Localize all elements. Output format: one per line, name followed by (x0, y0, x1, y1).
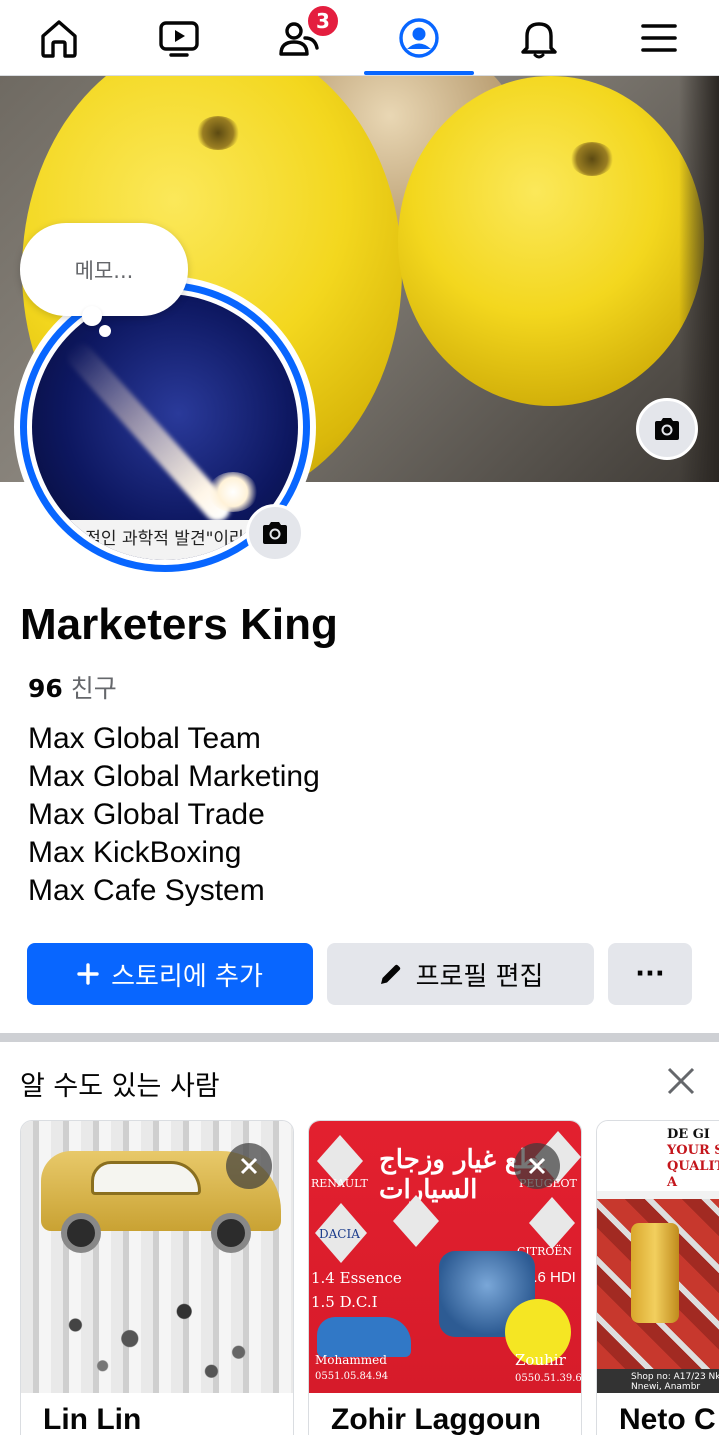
home-icon (41, 20, 77, 58)
profile-icon (399, 18, 439, 58)
camera-icon (263, 522, 287, 544)
camera-icon (655, 418, 679, 440)
photo-text: 1.5 D.C.I (311, 1293, 378, 1311)
suggestion-card[interactable]: Lin Lin (20, 1120, 294, 1435)
active-tab-indicator (364, 71, 474, 75)
bio-line: Max Global Marketing (28, 760, 320, 793)
photo-text: 1.4 Essence (311, 1269, 402, 1287)
photo-header: DE GI YOUR S QUALITY A (597, 1121, 719, 1191)
nav-profile[interactable] (364, 0, 474, 76)
bio-line: Max KickBoxing (28, 836, 242, 869)
memo-placeholder: 메모... (74, 258, 134, 283)
nav-watch[interactable] (124, 0, 234, 76)
suggestion-card[interactable]: DE GI YOUR S QUALITY A Shop no: A17/23 N… (596, 1120, 719, 1435)
car-wheel (211, 1213, 251, 1253)
suggestion-name[interactable]: Neto C (619, 1403, 716, 1435)
fruit-stem (570, 142, 614, 176)
suggestion-photo: DE GI YOUR S QUALITY A Shop no: A17/23 N… (597, 1121, 719, 1393)
edit-profile-label: 프로필 편집 (415, 961, 544, 992)
dismiss-suggestion-button[interactable] (226, 1143, 272, 1189)
plus-icon (77, 963, 99, 985)
photo-text: DE GI (667, 1127, 710, 1142)
oil-filter-image (631, 1223, 679, 1323)
bio-line: Max Cafe System (28, 874, 265, 907)
suggestion-card[interactable]: قطع غيار وزجاج السيارات RENAULT PEUGEOT … (308, 1120, 582, 1435)
fruit-stem (196, 116, 240, 150)
add-to-story-button[interactable]: 스토리에 추가 (27, 943, 313, 1005)
pencil-icon (378, 961, 404, 987)
close-icon (240, 1157, 258, 1175)
profile-name: Marketers King (20, 600, 338, 649)
edit-avatar-button[interactable] (246, 504, 304, 562)
friends-count-link[interactable]: 96 친구 (28, 669, 117, 705)
photo-footer: Shop no: A17/23 Nkwo Nnewi, Anambr (597, 1369, 719, 1393)
photo-text: Zouhir (515, 1351, 566, 1369)
nav-menu[interactable] (604, 0, 714, 76)
avatar-meteor-head (208, 472, 258, 512)
people-you-may-know-title: 알 수도 있는 사람 (20, 1071, 220, 1102)
friends-label: 친구 (70, 674, 117, 703)
close-icon (667, 1067, 695, 1095)
memo-bubble-tail (82, 306, 102, 326)
nav-home[interactable] (4, 0, 114, 76)
dismiss-suggestion-button[interactable] (514, 1143, 560, 1189)
nav-notifications[interactable] (484, 0, 594, 76)
memo-note-bubble[interactable]: 메모... (20, 223, 188, 316)
more-options-button[interactable]: ··· (608, 943, 692, 1005)
photo-text: DACIA (319, 1227, 360, 1241)
top-navigation-bar: 3 (0, 0, 719, 76)
photo-text: 0550.51.39.67 (515, 1373, 582, 1384)
friends-count: 96 (28, 674, 63, 703)
suggestion-name[interactable]: Zohir Laggoun (331, 1403, 541, 1435)
section-divider (0, 1033, 719, 1042)
bell-icon (521, 22, 557, 59)
edit-profile-button[interactable]: 프로필 편집 (327, 943, 594, 1005)
profile-bio: Max Global Team Max Global Marketing Max… (28, 720, 320, 910)
car-wheel (61, 1213, 101, 1253)
car-window-shape (91, 1161, 201, 1195)
photo-text: RENAULT (311, 1177, 368, 1190)
friends-notification-badge: 3 (306, 4, 340, 38)
photo-text: YOUR S (667, 1143, 719, 1158)
hamburger-menu-icon (641, 24, 677, 52)
blue-car-image (317, 1317, 411, 1357)
photo-text: 0551.05.84.94 (315, 1371, 389, 1382)
more-options-label: ··· (635, 959, 665, 989)
edit-cover-photo-button[interactable] (636, 398, 698, 460)
photo-text: QUALITY A (667, 1159, 719, 1190)
memo-bubble-tail-small (99, 325, 111, 337)
photo-text: Mohammed (315, 1353, 387, 1367)
video-icon (159, 21, 199, 57)
close-section-button[interactable] (664, 1064, 698, 1098)
close-icon (528, 1157, 546, 1175)
bio-line: Max Global Trade (28, 798, 265, 831)
add-to-story-label: 스토리에 추가 (111, 961, 263, 992)
cover-fruit-right (398, 76, 704, 406)
suggestion-name[interactable]: Lin Lin (43, 1403, 141, 1435)
bio-line: Max Global Team (28, 722, 261, 755)
